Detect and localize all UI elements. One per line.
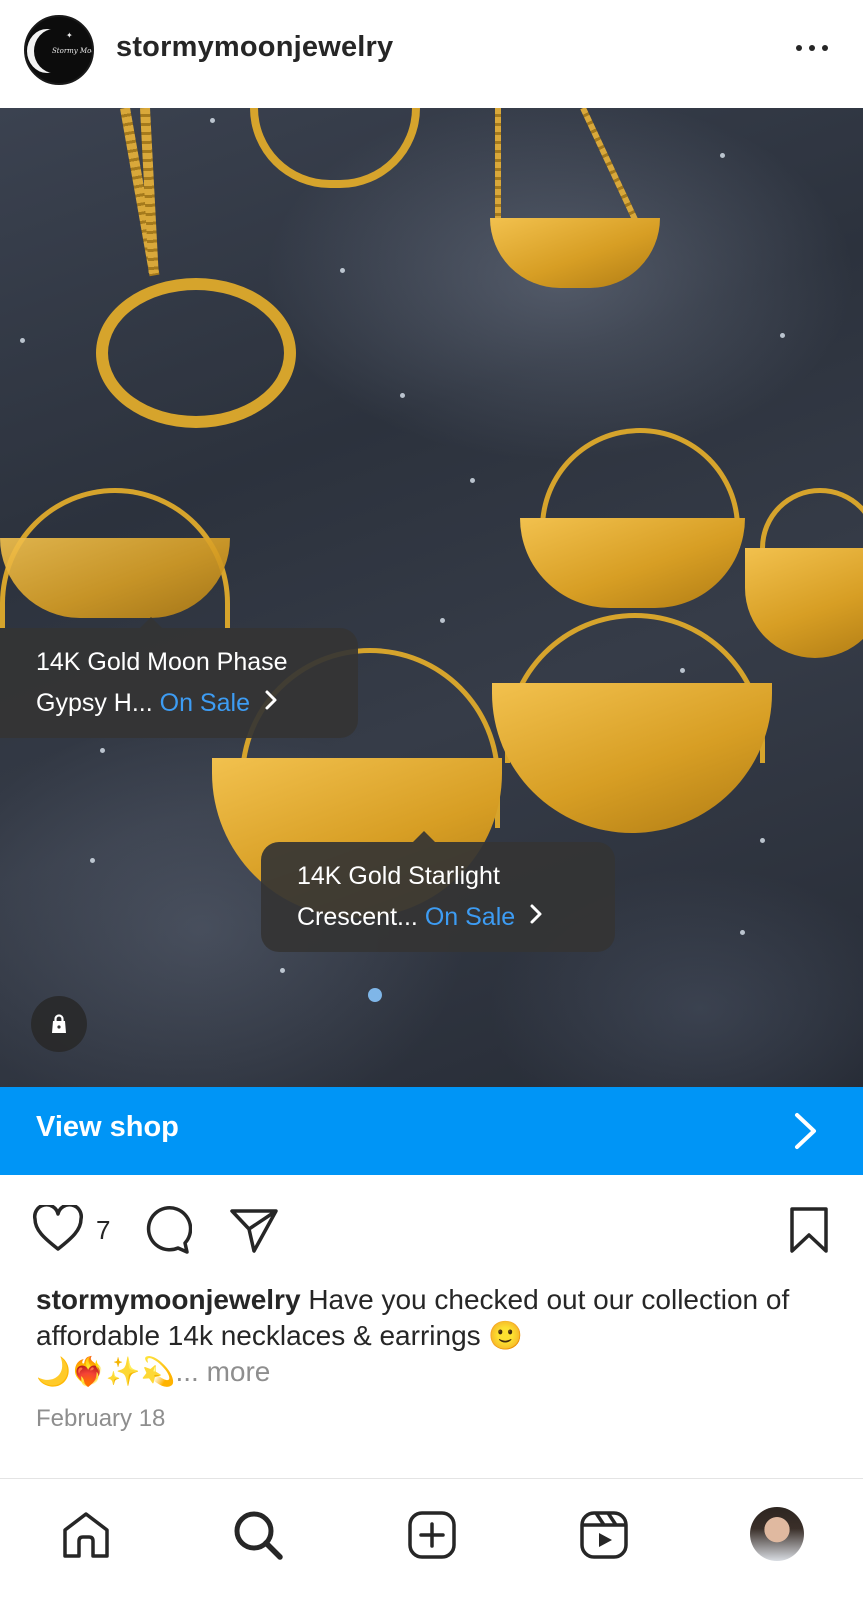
chevron-right-icon <box>264 683 278 724</box>
username-link[interactable]: stormymoonjewelry <box>116 31 393 64</box>
star-icon: ✦ <box>66 31 73 40</box>
product-tag-title: 14K Gold Moon Phase <box>36 648 288 676</box>
post-caption: stormymoonjewelry Have you checked out o… <box>36 1282 836 1390</box>
post-date: February 18 <box>36 1405 166 1432</box>
bookmark-icon[interactable] <box>788 1205 830 1260</box>
necklace-chain <box>580 108 639 223</box>
share-icon[interactable] <box>228 1205 280 1260</box>
moon-ring-pendant <box>96 278 296 428</box>
caption-emoji-line: 🌙❤️‍🔥✨💫 <box>36 1356 176 1387</box>
avatar-logo-text: Stormy Moon <box>52 47 92 55</box>
product-tag-title: 14K Gold Starlight <box>297 862 500 890</box>
product-tag-moon-phase[interactable]: 14K Gold Moon Phase Gypsy H... On Sale <box>0 617 358 738</box>
chevron-right-icon <box>790 1109 822 1158</box>
view-shop-label: View shop <box>36 1111 179 1143</box>
post-header: ✦ Stormy Moon stormymoonjewelry <box>0 0 863 108</box>
caption-username[interactable]: stormymoonjewelry <box>36 1284 301 1315</box>
necklace-chain <box>495 108 501 233</box>
more-horizontal-icon[interactable] <box>792 36 832 60</box>
crescent-pendant <box>490 218 660 288</box>
create-icon[interactable] <box>402 1505 462 1565</box>
like-count[interactable]: 7 <box>96 1215 110 1246</box>
bottom-nav <box>0 1479 863 1600</box>
shopping-bag-icon[interactable] <box>31 996 87 1052</box>
caption-emoji: 🙂 <box>488 1320 524 1351</box>
product-tag-starlight-crescent[interactable]: 14K Gold Starlight Crescent... On Sale <box>261 831 615 952</box>
action-bar: 7 <box>0 1175 863 1285</box>
sale-label: On Sale <box>424 903 516 931</box>
reels-icon[interactable] <box>574 1505 634 1565</box>
chevron-right-icon <box>529 897 543 938</box>
crescent-earring <box>492 683 772 833</box>
comment-icon[interactable] <box>142 1205 193 1260</box>
caption-more-link[interactable]: ... more <box>175 1356 270 1387</box>
heart-icon[interactable] <box>32 1203 84 1258</box>
sale-label: On Sale <box>159 689 250 717</box>
product-tag-name: Crescent... <box>297 903 418 931</box>
moon-phase-pendant <box>250 108 420 188</box>
profile-avatar[interactable]: ✦ Stormy Moon <box>24 15 94 85</box>
search-icon[interactable] <box>228 1505 288 1565</box>
profile-avatar-nav[interactable] <box>750 1507 804 1561</box>
crescent-earring <box>520 518 745 608</box>
product-tag-name: Gypsy H... <box>36 689 153 717</box>
home-icon[interactable] <box>56 1505 116 1565</box>
crescent-earring <box>745 548 863 658</box>
view-shop-button[interactable]: View shop <box>0 1087 863 1175</box>
